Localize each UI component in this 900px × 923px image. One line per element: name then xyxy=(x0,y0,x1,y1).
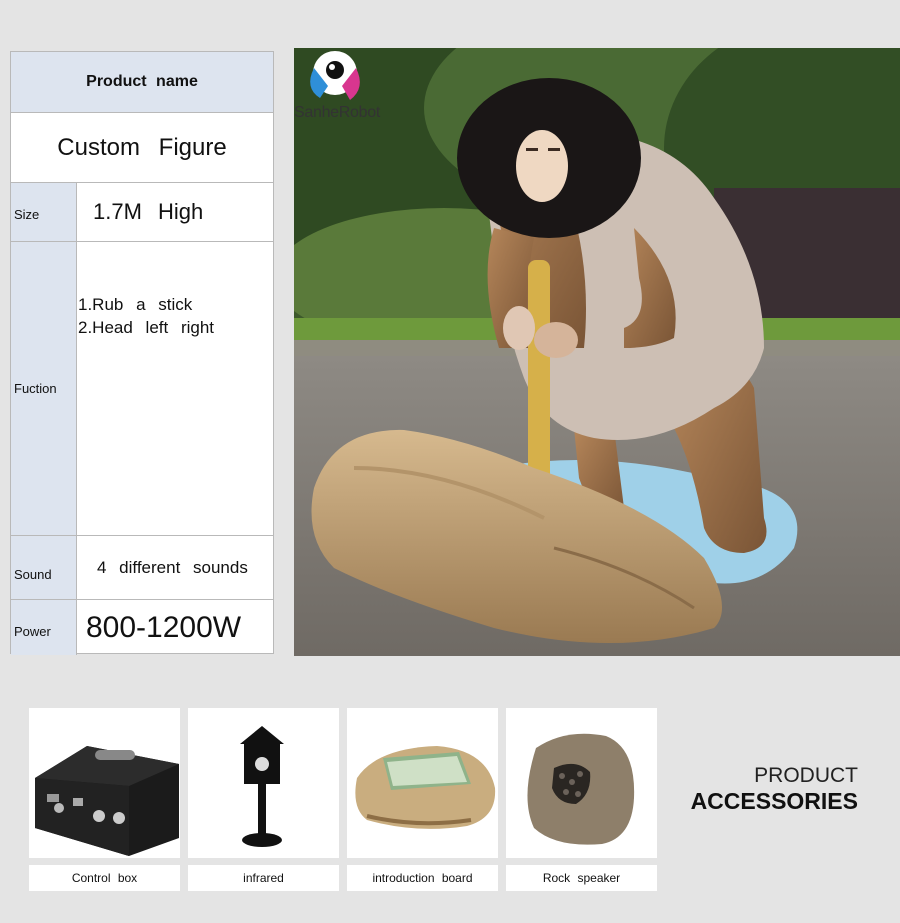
function-value: 1.Rub a stick 2.Head left right xyxy=(78,242,273,535)
accessories-title-line2: ACCESSORIES xyxy=(690,788,858,814)
table-header: Product name xyxy=(11,52,273,113)
power-value: 800-1200W xyxy=(86,610,242,644)
accessories-title-line1: PRODUCT xyxy=(754,764,858,787)
introduction-board-image xyxy=(355,746,496,829)
accessory-caption: introduction board xyxy=(347,865,498,891)
infrared-sensor-image xyxy=(240,726,284,847)
size-row: Size 1.7M High xyxy=(11,183,273,242)
function-row: Fuction 1.Rub a stick 2.Head left right xyxy=(11,242,273,536)
accessory-control-box xyxy=(29,708,180,858)
header-label: Product name xyxy=(86,73,198,90)
function-item: 1.Rub a stick xyxy=(78,295,193,314)
accessory-introduction-board xyxy=(347,708,498,858)
size-value: 1.7M High xyxy=(93,199,204,224)
accessory-infrared xyxy=(188,708,339,858)
sound-value: 4 different sounds xyxy=(97,557,248,577)
watermark: SanheRobot xyxy=(294,104,380,121)
caveman-figure-image xyxy=(294,48,900,656)
size-label: Size xyxy=(11,183,77,241)
sound-label: Sound xyxy=(11,536,77,599)
product-photo xyxy=(294,48,900,656)
function-item: 2.Head left right xyxy=(78,318,215,337)
function-label: Fuction xyxy=(11,242,77,535)
accessory-caption: infrared xyxy=(188,865,339,891)
sound-row: Sound 4 different sounds xyxy=(11,536,273,600)
control-box-image xyxy=(35,746,179,856)
product-name-row: Custom Figure xyxy=(11,113,273,183)
spec-table: Product name Custom Figure Size 1.7M Hig… xyxy=(10,51,274,655)
power-row: Power 800-1200W xyxy=(11,600,273,655)
accessory-caption: Control box xyxy=(29,865,180,891)
accessory-caption: Rock speaker xyxy=(506,865,657,891)
product-name: Custom Figure xyxy=(57,133,227,161)
power-label: Power xyxy=(11,600,77,655)
